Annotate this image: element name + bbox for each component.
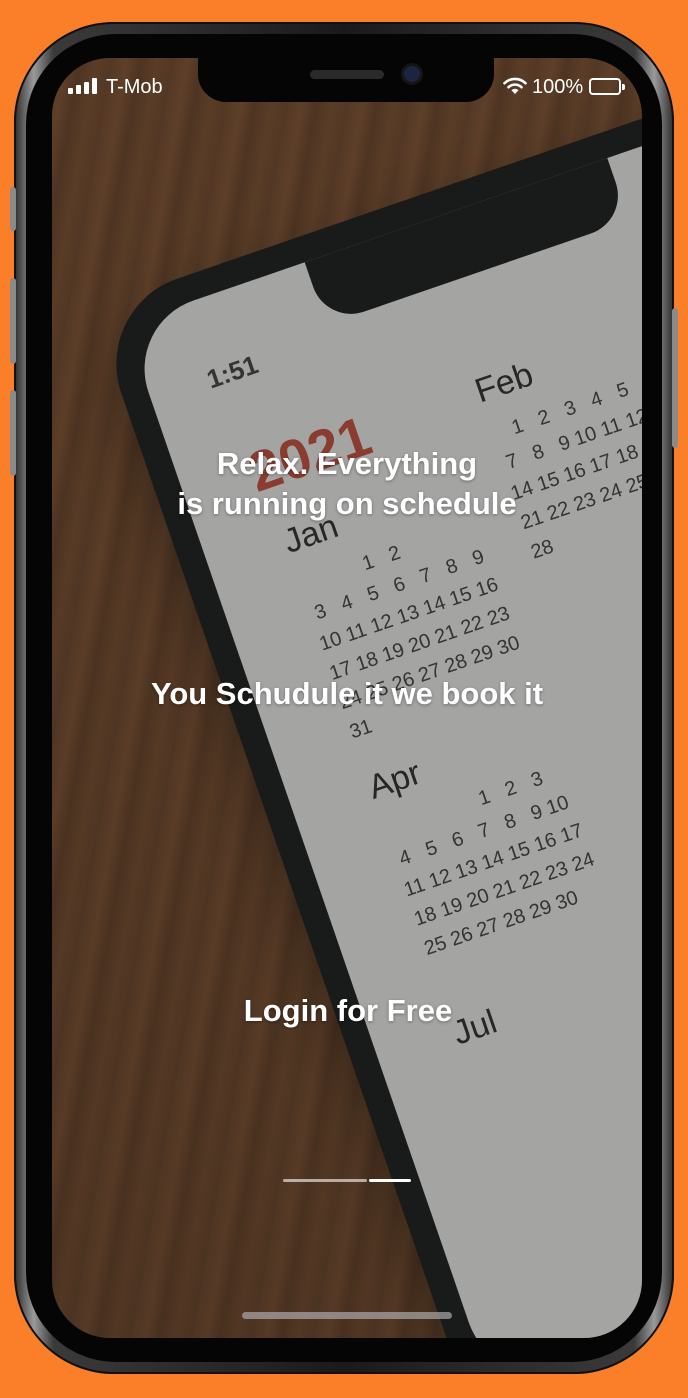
login-button[interactable]: Login for Free [200, 986, 496, 1034]
power-button [672, 308, 678, 448]
status-bar: T-Mob 100% [52, 70, 642, 106]
headline-line-1: Relax. Everything [216, 446, 478, 481]
mute-switch [10, 187, 16, 231]
carrier-name: T-Mob [106, 76, 163, 98]
battery-icon [589, 78, 625, 95]
battery-percentage: 100% [532, 76, 584, 98]
onboarding-tagline: You Schudule it we book it [150, 676, 544, 711]
wifi-icon [503, 77, 527, 94]
onboarding-headline: Relax. Everything is running on schedule [52, 444, 642, 524]
volume-up-button [10, 278, 16, 364]
page-indicator [283, 1179, 411, 1182]
headline-line-2: is running on schedule [177, 486, 517, 521]
home-indicator[interactable] [242, 1312, 452, 1319]
signal-icon [68, 78, 97, 94]
page-indicator-dot-active[interactable] [369, 1179, 411, 1182]
page-indicator-dot[interactable] [283, 1179, 367, 1182]
volume-down-button [10, 390, 16, 476]
